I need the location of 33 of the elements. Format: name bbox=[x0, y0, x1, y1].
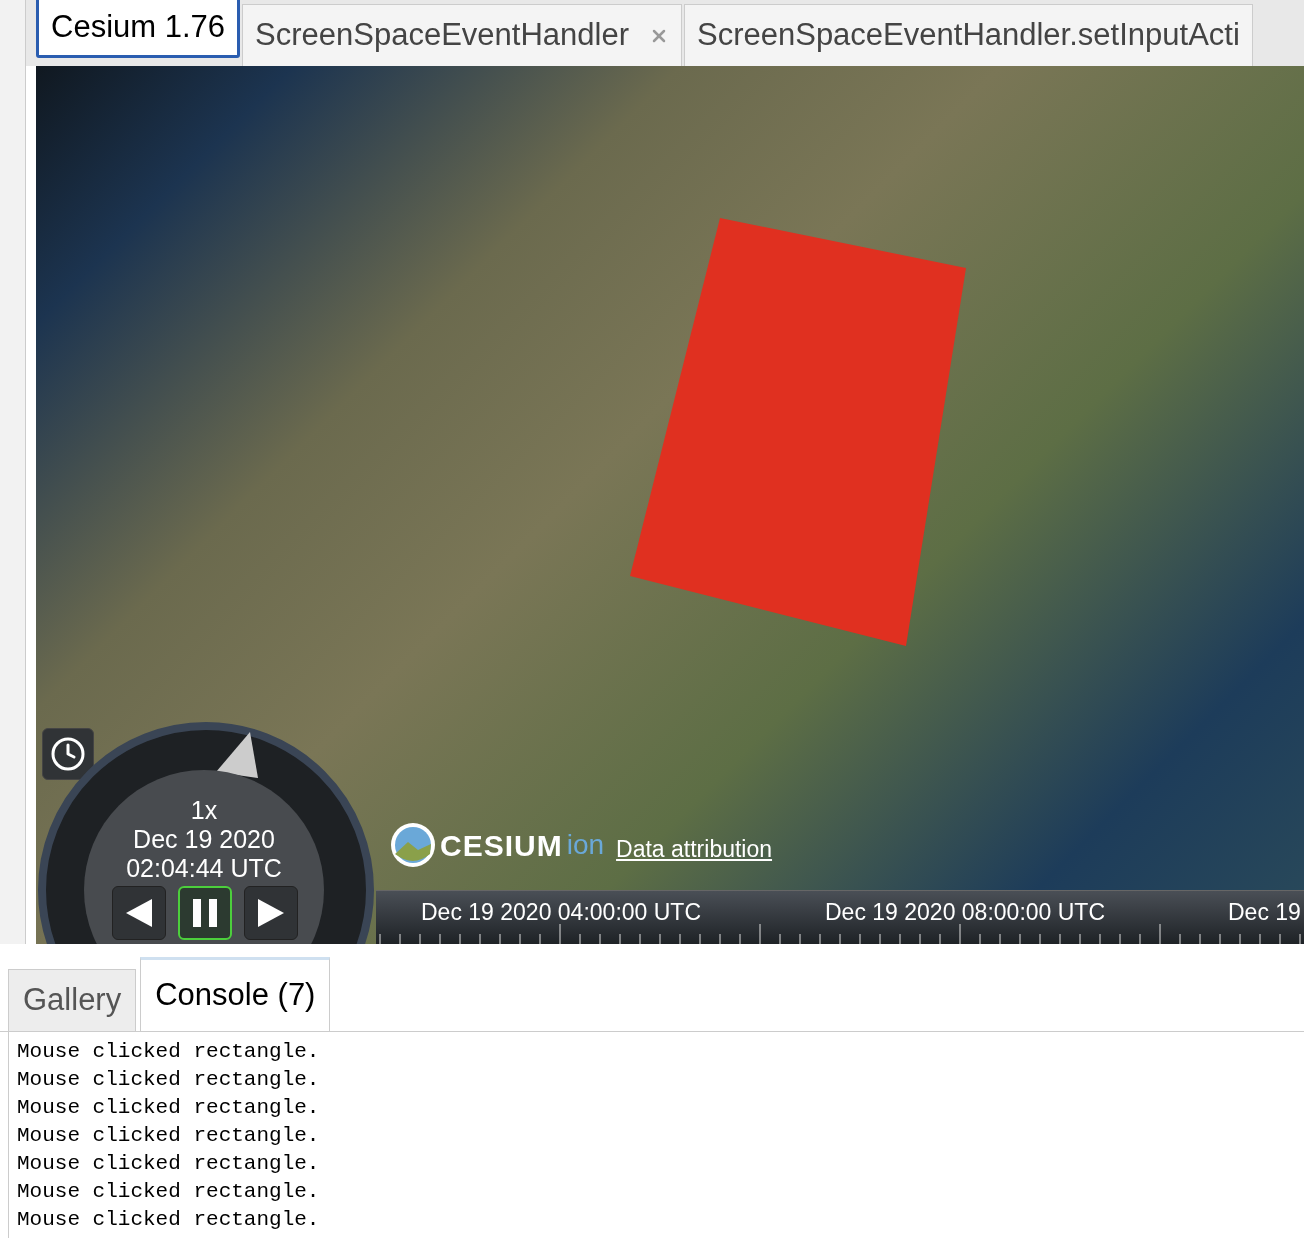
timeline-label: Dec 19 2020 08:00:00 UTC bbox=[825, 898, 1105, 927]
speed-text: 1x bbox=[190, 796, 218, 825]
document-tab[interactable]: ScreenSpaceEventHandler bbox=[242, 4, 682, 66]
mountain-logo-icon bbox=[390, 822, 436, 868]
playback-button[interactable] bbox=[244, 886, 298, 940]
timeline-label: Dec 19 bbox=[1228, 898, 1301, 927]
date-text: Dec 19 2020 bbox=[133, 825, 275, 854]
document-tab[interactable]: ScreenSpaceEventHandler.setInputActi bbox=[684, 4, 1253, 66]
shuttle-pointer-icon[interactable] bbox=[216, 732, 258, 778]
logo-suffix-text: ion bbox=[566, 828, 605, 862]
console-line: Mouse clicked rectangle. bbox=[17, 1151, 321, 1177]
time-text: 02:04:44 UTC bbox=[126, 854, 282, 883]
playback-button[interactable] bbox=[178, 886, 232, 940]
clock-button[interactable] bbox=[42, 728, 94, 780]
playback-button[interactable] bbox=[112, 886, 166, 940]
panel-tab[interactable]: Gallery bbox=[8, 969, 137, 1031]
data-attribution-link[interactable]: Data attribution bbox=[616, 831, 773, 866]
console-line: Mouse clicked rectangle. bbox=[17, 1123, 321, 1149]
play-triangle-icon bbox=[258, 899, 284, 927]
document-tab[interactable]: Cesium 1.76 bbox=[36, 0, 241, 58]
console-line: Mouse clicked rectangle. bbox=[17, 1039, 321, 1065]
timeline-label: Dec 19 2020 04:00:00 UTC bbox=[421, 898, 701, 927]
console-line: Mouse clicked rectangle. bbox=[17, 1095, 321, 1121]
console-line: Mouse clicked rectangle. bbox=[17, 1207, 321, 1233]
logo-text: CESIUM bbox=[440, 827, 563, 864]
globe-map-view[interactable]: 1x Dec 19 2020 02:04:44 UTC CESIUM ion Data attribution Dec 19 2020 04:00:00 UTC Dec 19 2020 08:00:00 UTC Dec 19 bbox=[36, 66, 1304, 944]
console-line: Mouse clicked rectangle. bbox=[17, 1067, 321, 1093]
pause-icon bbox=[193, 899, 217, 927]
panel-tab[interactable]: Console (7) bbox=[140, 957, 331, 1031]
clock-icon bbox=[50, 736, 86, 772]
reverse-triangle-icon bbox=[126, 899, 152, 927]
console-line: Mouse clicked rectangle. bbox=[17, 1179, 321, 1205]
timeline-bar[interactable]: Dec 19 2020 04:00:00 UTC Dec 19 2020 08:00:00 UTC Dec 19 bbox=[376, 890, 1304, 944]
